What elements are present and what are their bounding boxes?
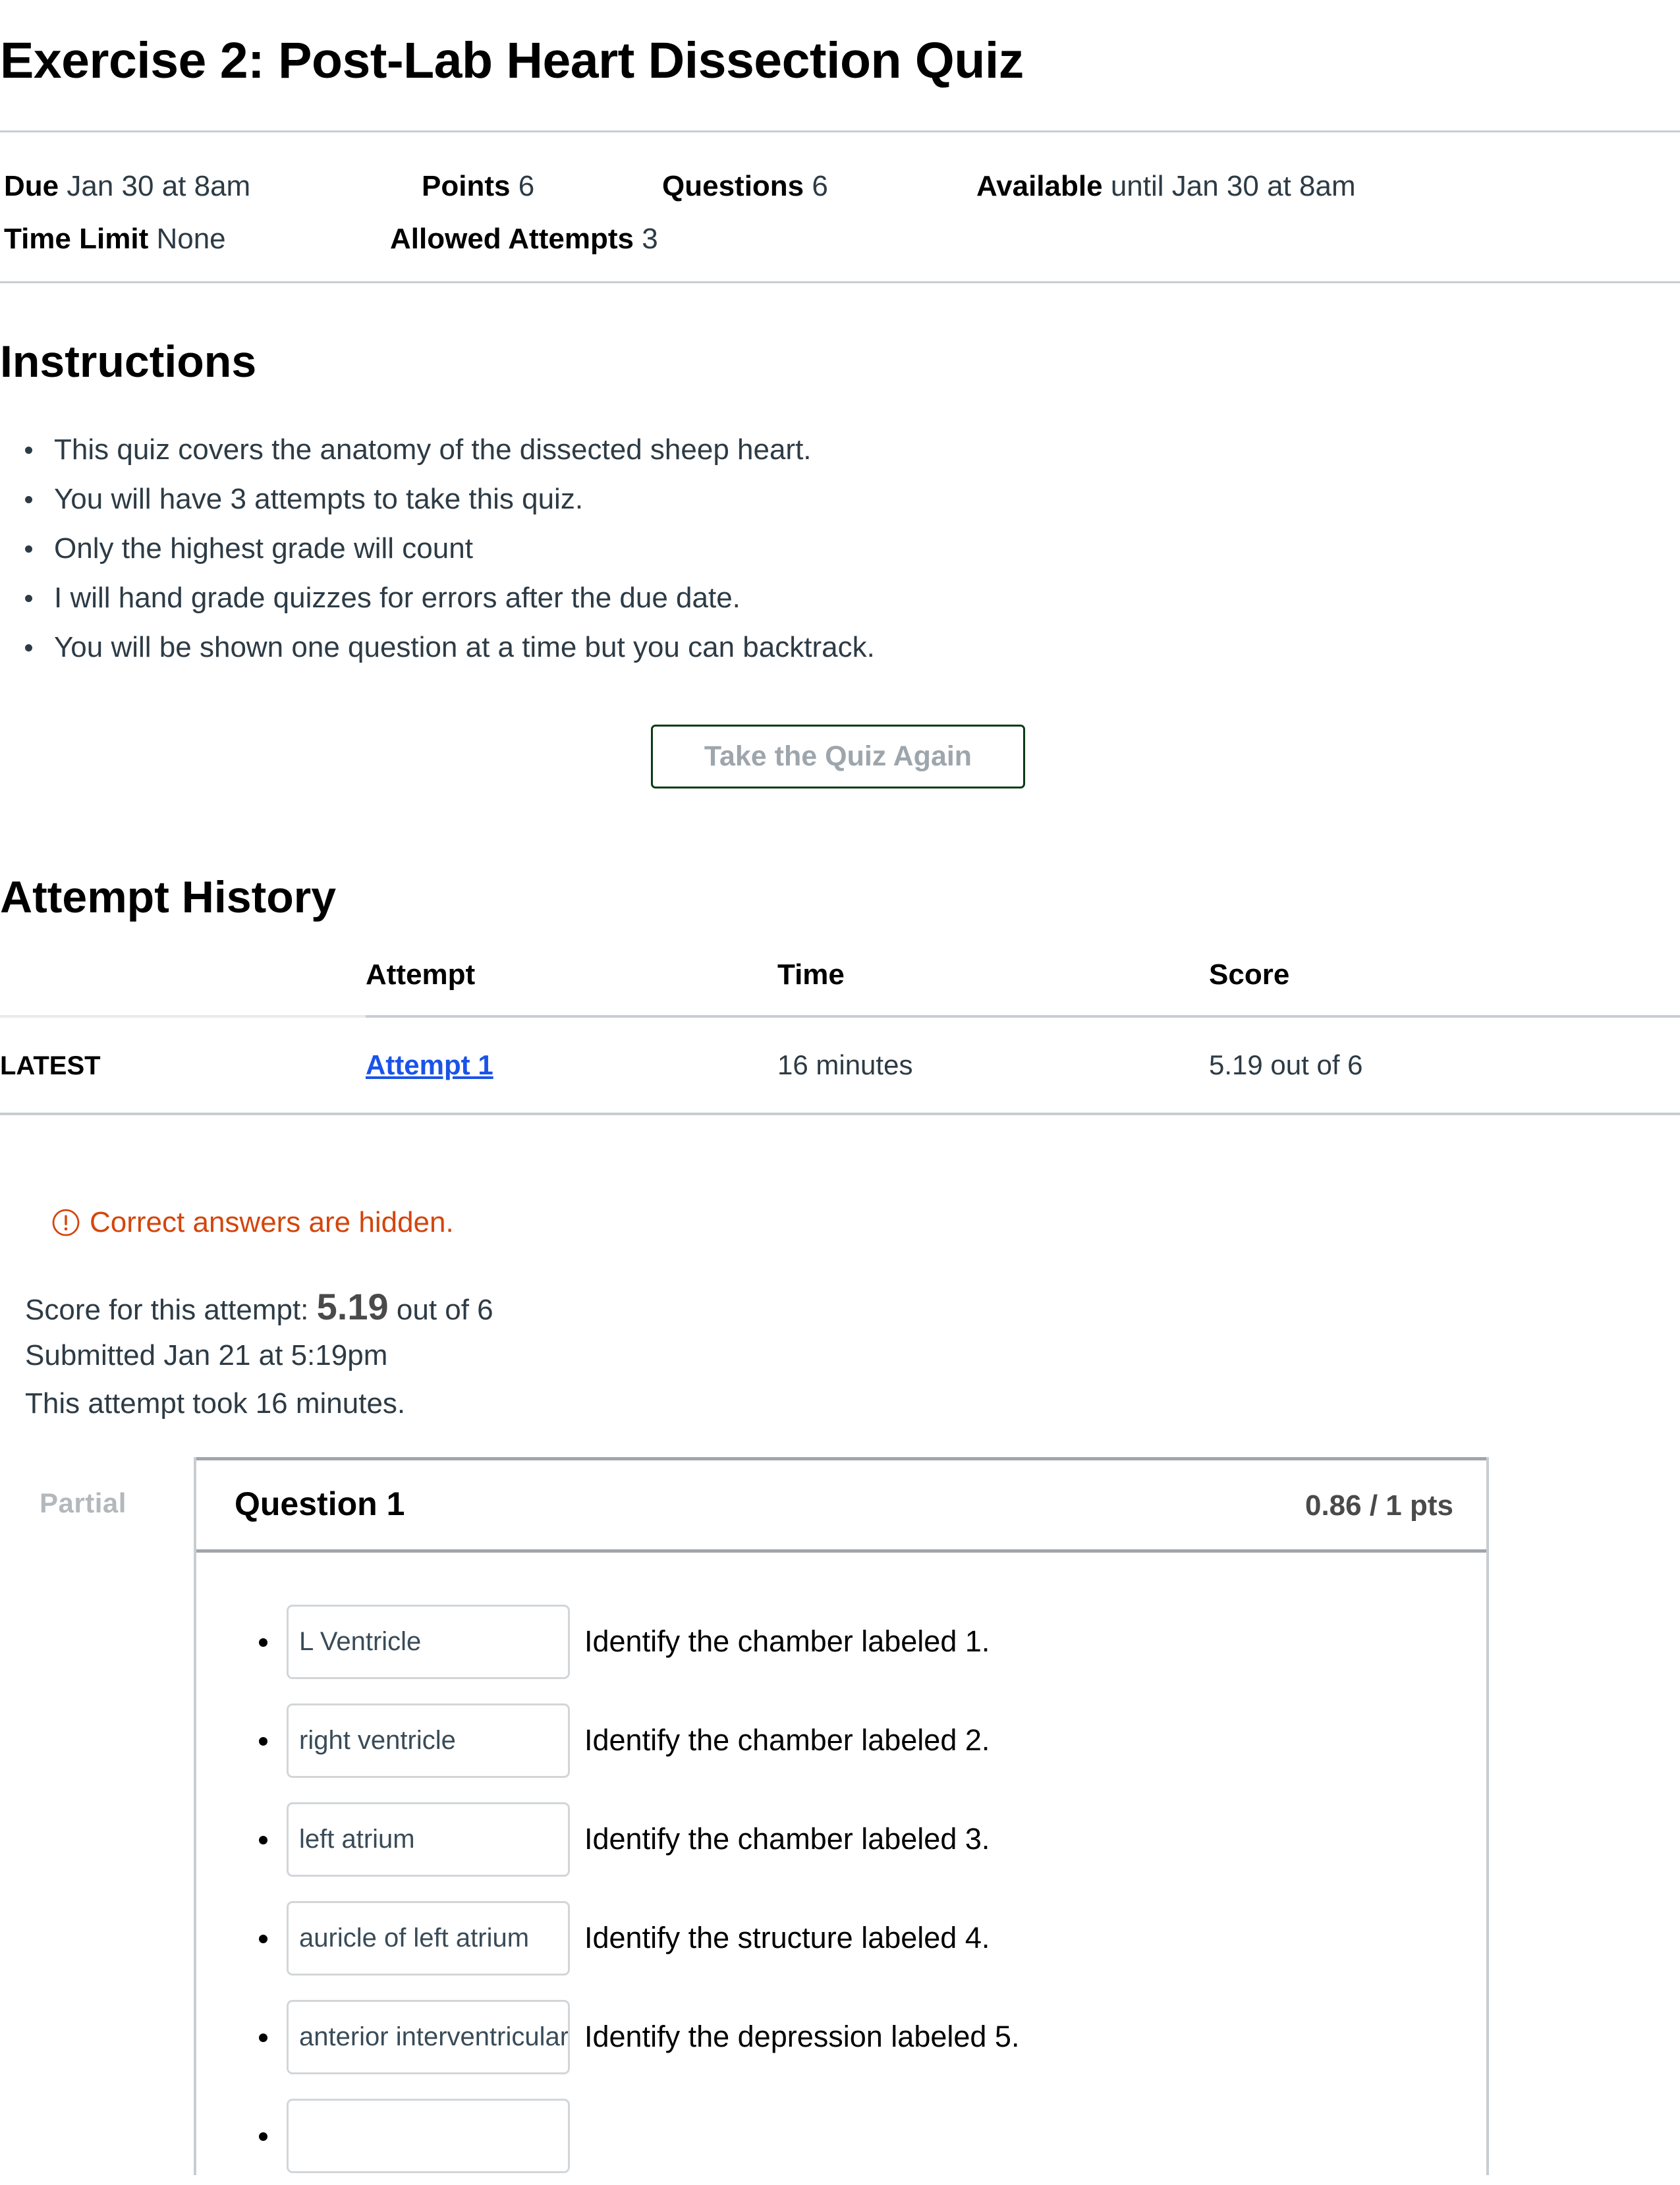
meta-available: Available until Jan 30 at 8am bbox=[976, 170, 1356, 202]
answer-prompt-1: Identify the chamber labeled 1. bbox=[584, 1624, 990, 1658]
list-item: I will hand grade quizzes for errors aft… bbox=[0, 573, 1318, 622]
meta-allowed-attempts: Allowed Attempts 3 bbox=[390, 223, 658, 255]
list-item: You will be shown one question at a time… bbox=[0, 622, 1318, 672]
divider-below-meta bbox=[0, 281, 1680, 283]
question-status-partial: Partial bbox=[40, 1487, 126, 1518]
answer-input-3[interactable]: left atrium bbox=[287, 1802, 570, 1877]
answer-input-4[interactable]: auricle of left atrium bbox=[287, 1900, 570, 1976]
time-cell: 16 minutes bbox=[777, 1016, 1209, 1115]
attempt-history-table: Attempt Time Score LATEST Attempt 1 16 m… bbox=[0, 958, 1680, 1115]
answer-input-5[interactable]: anterior interventricular sulcus bbox=[287, 1999, 570, 2074]
score-prefix: Score for this attempt: bbox=[25, 1294, 309, 1326]
answer-input-2[interactable]: right ventricle bbox=[287, 1703, 570, 1778]
meta-points: Points 6 bbox=[422, 170, 535, 202]
answer-row: L Ventricle Identify the chamber labeled… bbox=[196, 1592, 1486, 1691]
meta-time-limit: Time Limit None bbox=[4, 223, 226, 255]
table-header-row: Attempt Time Score bbox=[0, 958, 1680, 1018]
meta-due: Due Jan 30 at 8am bbox=[4, 170, 251, 202]
answer-row: left atrium Identify the chamber labeled… bbox=[196, 1790, 1486, 1889]
score-suffix: out of 6 bbox=[396, 1294, 493, 1326]
take-quiz-again-button[interactable]: Take the Quiz Again bbox=[651, 725, 1025, 788]
quiz-results-page: Exercise 2: Post-Lab Heart Dissection Qu… bbox=[0, 0, 1680, 2175]
warning-circle-icon bbox=[51, 1208, 80, 1237]
page-title: Exercise 2: Post-Lab Heart Dissection Qu… bbox=[0, 32, 1024, 89]
answers-hidden-notice: Correct answers are hidden. bbox=[51, 1206, 454, 1239]
answer-input-1[interactable]: L Ventricle bbox=[287, 1604, 570, 1679]
list-item: This quiz covers the anatomy of the diss… bbox=[0, 425, 1318, 474]
instructions-list: This quiz covers the anatomy of the diss… bbox=[0, 425, 1318, 672]
duration-line: This attempt took 16 minutes. bbox=[25, 1387, 406, 1420]
score-value: 5.19 bbox=[316, 1286, 389, 1327]
attempt-1-link[interactable]: Attempt 1 bbox=[366, 1049, 493, 1080]
answer-row bbox=[196, 2086, 1486, 2185]
answers-hidden-text: Correct answers are hidden. bbox=[90, 1206, 454, 1238]
status-badge: LATEST bbox=[0, 1051, 101, 1080]
question-header: Question 1 0.86 / 1 pts bbox=[196, 1457, 1486, 1553]
answer-prompt-3: Identify the chamber labeled 3. bbox=[584, 1822, 990, 1856]
column-header-time: Time bbox=[777, 958, 1209, 1018]
submitted-line: Submitted Jan 21 at 5:19pm bbox=[25, 1339, 388, 1371]
answers-list: L Ventricle Identify the chamber labeled… bbox=[196, 1592, 1486, 2185]
column-header-attempt: Attempt bbox=[366, 958, 777, 1018]
column-header-blank bbox=[0, 958, 366, 1018]
attempt-cell: Attempt 1 bbox=[366, 1016, 777, 1115]
answer-input-6[interactable] bbox=[287, 2098, 570, 2173]
list-item: Only the highest grade will count bbox=[0, 524, 1318, 573]
question-points: 0.86 / 1 pts bbox=[1304, 1489, 1453, 1522]
attempt-score-line: Score for this attempt: 5.19 out of 6 bbox=[25, 1285, 493, 1328]
answer-prompt-2: Identify the chamber labeled 2. bbox=[584, 1723, 990, 1757]
divider-top bbox=[0, 130, 1680, 132]
question-container: Question 1 0.86 / 1 pts L Ventricle Iden… bbox=[194, 1457, 1489, 2175]
table-body: LATEST Attempt 1 16 minutes 5.19 out of … bbox=[0, 1016, 1680, 1115]
instructions-heading: Instructions bbox=[0, 337, 257, 387]
answer-row: right ventricle Identify the chamber lab… bbox=[196, 1691, 1486, 1790]
answer-row: anterior interventricular sulcus Identif… bbox=[196, 1987, 1486, 2086]
answer-prompt-4: Identify the structure labeled 4. bbox=[584, 1921, 990, 1954]
list-item: You will have 3 attempts to take this qu… bbox=[0, 474, 1318, 524]
answer-prompt-5: Identify the depression labeled 5. bbox=[584, 2020, 1020, 2053]
answer-row: auricle of left atrium Identify the stru… bbox=[196, 1889, 1486, 1987]
table-row: LATEST Attempt 1 16 minutes 5.19 out of … bbox=[0, 1016, 1680, 1115]
attempt-history-heading: Attempt History bbox=[0, 872, 337, 922]
latest-badge: LATEST bbox=[0, 1016, 366, 1115]
column-header-score: Score bbox=[1209, 958, 1680, 1018]
table-head: Attempt Time Score bbox=[0, 958, 1680, 1018]
meta-questions: Questions 6 bbox=[662, 170, 828, 202]
question-title: Question 1 bbox=[235, 1485, 405, 1522]
score-cell: 5.19 out of 6 bbox=[1209, 1016, 1680, 1115]
